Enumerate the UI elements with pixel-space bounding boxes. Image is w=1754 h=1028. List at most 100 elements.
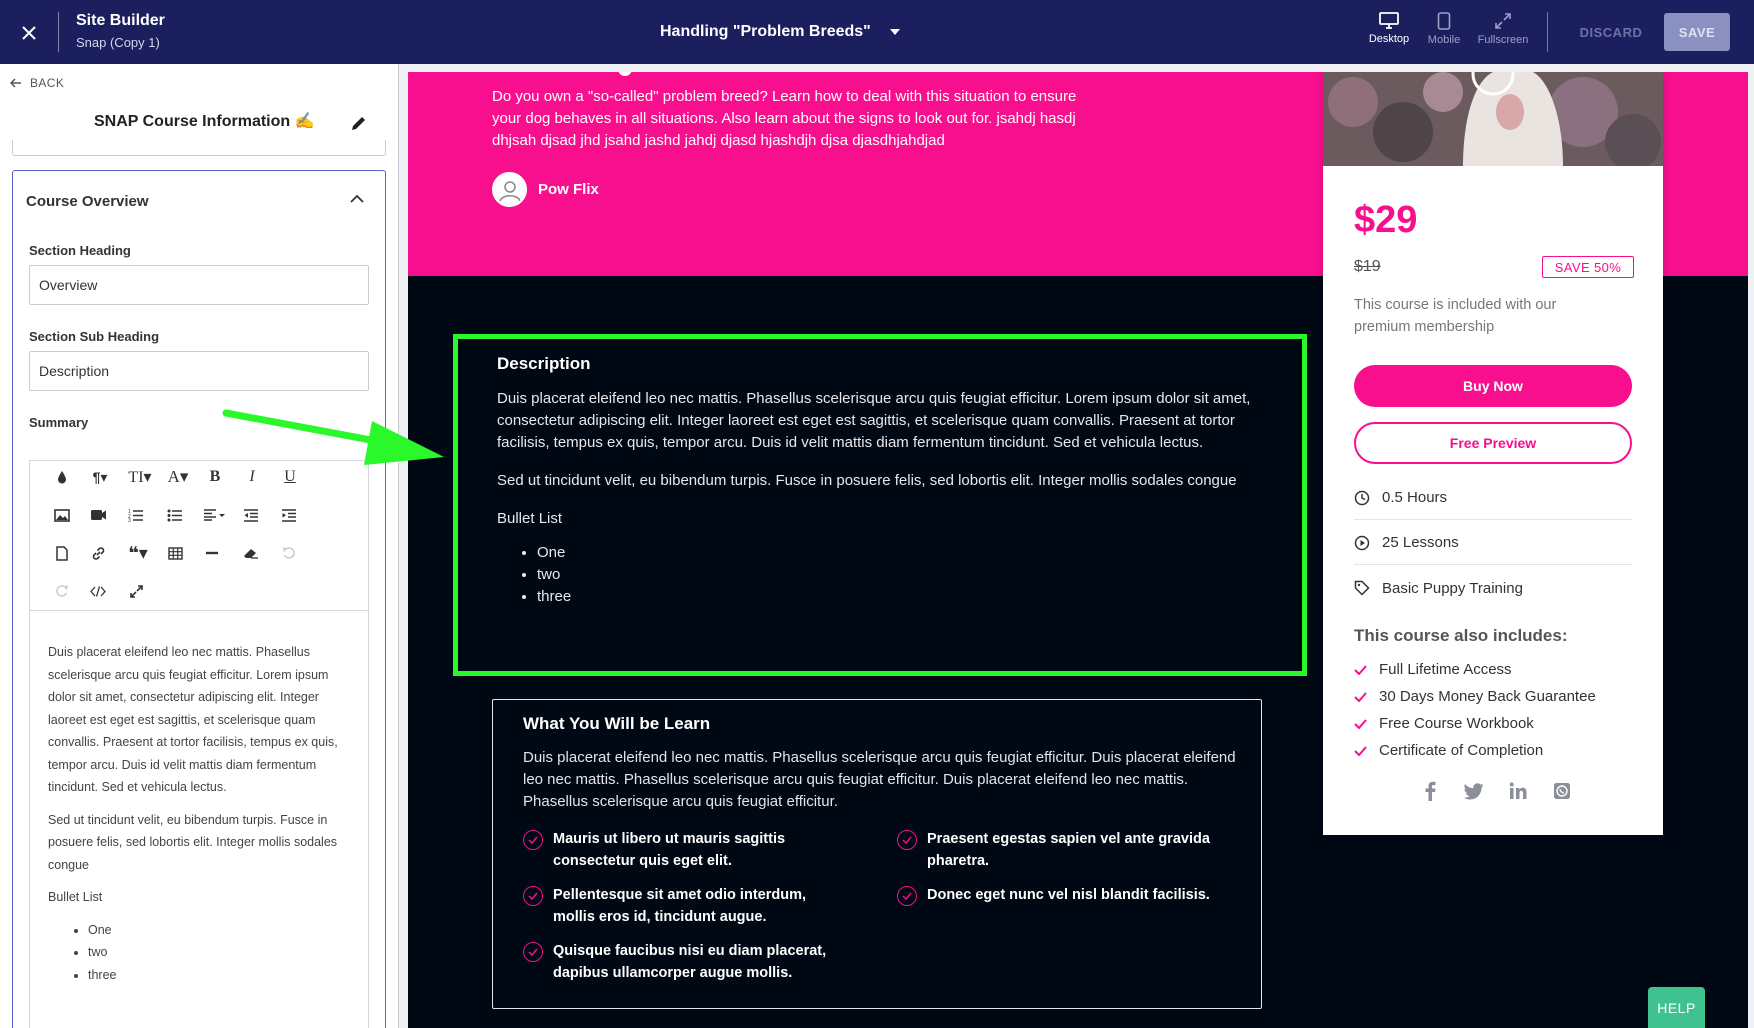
divider bbox=[1547, 12, 1548, 52]
horizontal-rule-button[interactable] bbox=[197, 540, 227, 566]
video-icon bbox=[90, 510, 106, 520]
pencil-icon bbox=[352, 117, 365, 130]
mobile-icon bbox=[1437, 12, 1451, 30]
check-circle-icon bbox=[897, 886, 917, 906]
device-desktop-button[interactable]: Desktop bbox=[1359, 12, 1419, 52]
course-overview-card: Course Overview Section Heading Section … bbox=[12, 170, 386, 1028]
linkedin-icon bbox=[1509, 782, 1527, 799]
list-item: two bbox=[88, 941, 350, 964]
learn-section[interactable]: What You Will be Learn Duis placerat ele… bbox=[492, 699, 1262, 1009]
eraser-button[interactable] bbox=[236, 540, 266, 566]
learn-item: Mauris ut libero ut mauris sagittis cons… bbox=[523, 828, 843, 872]
twitter-icon bbox=[1464, 782, 1484, 799]
editor-paragraph: Sed ut tincidunt velit, eu bibendum turp… bbox=[48, 812, 338, 872]
close-icon bbox=[22, 26, 36, 40]
device-mobile-button[interactable]: Mobile bbox=[1414, 12, 1474, 52]
description-paragraph: Sed ut tincidunt velit, eu bibendum turp… bbox=[497, 472, 1237, 489]
drop-button[interactable] bbox=[47, 464, 77, 490]
eraser-icon bbox=[244, 549, 258, 559]
twitter-share-button[interactable] bbox=[1463, 780, 1485, 802]
includes-item: 30 Days Money Back Guarantee bbox=[1354, 688, 1596, 705]
learn-item: Praesent egestas sapien vel ante gravida… bbox=[897, 828, 1217, 872]
page-selector[interactable]: Handling "Problem Breeds" bbox=[660, 20, 901, 44]
unordered-list-button[interactable] bbox=[160, 502, 190, 528]
text-size-icon: TI▾ bbox=[128, 469, 152, 486]
social-share bbox=[1419, 780, 1573, 802]
undo-icon bbox=[283, 547, 295, 559]
quote-button[interactable]: ❝▾ bbox=[121, 540, 155, 566]
image-icon bbox=[54, 508, 70, 522]
paragraph-button[interactable]: ¶▾ bbox=[83, 464, 117, 490]
undo-button[interactable] bbox=[274, 540, 304, 566]
redo-icon bbox=[56, 585, 68, 597]
expand-button[interactable] bbox=[121, 578, 151, 604]
summary-editor[interactable]: Duis placerat eleifend leo nec mattis. P… bbox=[29, 610, 369, 1028]
table-icon bbox=[167, 546, 183, 560]
ordered-list-button[interactable]: 123 bbox=[121, 502, 151, 528]
desktop-icon bbox=[1379, 12, 1399, 29]
save-button[interactable]: SAVE bbox=[1664, 13, 1730, 51]
description-section[interactable]: Description Duis placerat eleifend leo n… bbox=[453, 334, 1307, 676]
code-view-button[interactable] bbox=[83, 578, 113, 604]
video-button[interactable] bbox=[83, 502, 113, 528]
device-fullscreen-button[interactable]: Fullscreen bbox=[1473, 12, 1533, 52]
chevron-up-icon bbox=[350, 194, 364, 203]
description-paragraph: Duis placerat eleifend leo nec mattis. P… bbox=[497, 390, 1251, 451]
clock-icon bbox=[1354, 490, 1370, 505]
includes-item: Free Course Workbook bbox=[1354, 715, 1534, 732]
whatsapp-share-button[interactable] bbox=[1551, 780, 1573, 802]
facebook-share-button[interactable] bbox=[1419, 780, 1441, 802]
free-preview-button[interactable]: Free Preview bbox=[1354, 422, 1632, 464]
edit-button[interactable] bbox=[350, 114, 372, 136]
bold-button[interactable]: B bbox=[200, 464, 230, 490]
image-button[interactable] bbox=[47, 502, 77, 528]
page-canvas: Do you own a "so-called" problem breed? … bbox=[408, 72, 1748, 1028]
linkedin-share-button[interactable] bbox=[1507, 780, 1529, 802]
help-button[interactable]: HELP bbox=[1648, 987, 1705, 1028]
align-button[interactable] bbox=[197, 502, 231, 528]
check-circle-icon bbox=[523, 886, 543, 906]
underline-button[interactable]: U bbox=[275, 464, 305, 490]
quote-icon: ❝▾ bbox=[128, 542, 148, 563]
learn-item-text: Mauris ut libero ut mauris sagittis cons… bbox=[553, 831, 786, 869]
section-sub-heading-input[interactable] bbox=[29, 351, 369, 391]
check-icon bbox=[1354, 691, 1367, 702]
pricing-card[interactable]: $29 $19 SAVE 50% This course is included… bbox=[1323, 72, 1663, 835]
whatsapp-icon bbox=[1554, 783, 1570, 799]
check-circle-icon bbox=[897, 830, 917, 850]
file-button[interactable] bbox=[47, 540, 77, 566]
previous-section-card bbox=[12, 140, 386, 156]
arrow-left-icon bbox=[10, 78, 21, 88]
expand-icon bbox=[129, 584, 143, 598]
old-price: $19 bbox=[1354, 258, 1381, 275]
learn-item-text: Praesent egestas sapien vel ante gravida… bbox=[927, 831, 1210, 869]
list-item: two bbox=[537, 564, 1267, 586]
text-size-button[interactable]: TI▾ bbox=[123, 464, 157, 490]
redo-button[interactable] bbox=[47, 578, 77, 604]
discard-button[interactable]: DISCARD bbox=[1567, 14, 1655, 50]
membership-note: This course is included with our premium… bbox=[1354, 297, 1557, 335]
back-button[interactable]: BACK bbox=[10, 76, 64, 90]
horizontal-rule-icon bbox=[206, 551, 218, 555]
learn-item: Pellentesque sit amet odio interdum, mol… bbox=[523, 884, 843, 928]
code-icon bbox=[90, 585, 106, 597]
play-circle-icon bbox=[1354, 535, 1370, 550]
outdent-button[interactable] bbox=[236, 502, 266, 528]
font-color-button[interactable]: A▾ bbox=[161, 464, 195, 490]
top-bar: Site Builder Snap (Copy 1) Handling "Pro… bbox=[0, 0, 1754, 64]
section-heading-input[interactable] bbox=[29, 265, 369, 305]
table-button[interactable] bbox=[160, 540, 190, 566]
paragraph-icon: ¶▾ bbox=[92, 468, 108, 485]
buy-now-button[interactable]: Buy Now bbox=[1354, 365, 1632, 407]
meta-text: Basic Puppy Training bbox=[1382, 579, 1523, 597]
panel-title: SNAP Course Information ✍️ bbox=[94, 113, 315, 130]
bold-icon: B bbox=[209, 468, 221, 485]
includes-item: Certificate of Completion bbox=[1354, 742, 1543, 759]
author-name: Pow Flix bbox=[538, 181, 599, 198]
close-button[interactable] bbox=[14, 18, 44, 48]
indent-button[interactable] bbox=[274, 502, 304, 528]
italic-button[interactable]: I bbox=[237, 464, 267, 490]
link-button[interactable] bbox=[83, 540, 113, 566]
meta-lessons: 25 Lessons bbox=[1354, 521, 1632, 565]
collapse-button[interactable] bbox=[349, 191, 369, 211]
